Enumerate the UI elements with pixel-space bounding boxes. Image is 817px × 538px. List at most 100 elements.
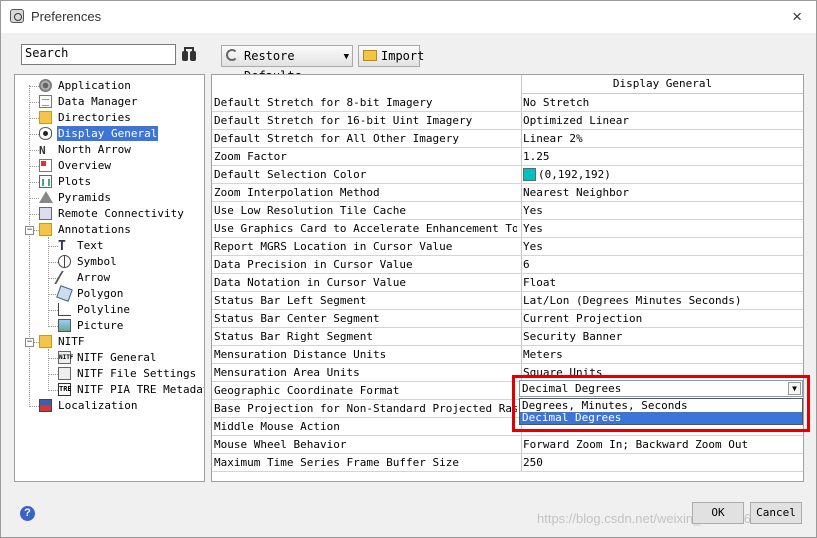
tree-guide-line [29, 406, 39, 407]
table-row[interactable]: Data Notation in Cursor Value Float [212, 274, 803, 292]
tree-item-label: Text [77, 239, 104, 252]
property-name: Base Projection for Non-Standard Project… [214, 402, 517, 415]
table-row[interactable]: Data Precision in Cursor Value 6 [212, 256, 803, 274]
table-row[interactable]: Status Bar Right Segment Security Banner [212, 328, 803, 346]
window-title: Preferences [31, 9, 102, 24]
restore-defaults-button[interactable]: Restore Defaults ▼ [221, 45, 353, 83]
tree-item-label: NITF PIA TRE Metadata [77, 383, 205, 396]
remote-connectivity-icon [39, 207, 52, 220]
tree-guide-line [48, 374, 58, 375]
tree-guide-line [29, 214, 39, 215]
property-value[interactable]: Yes [521, 238, 803, 255]
tree-guide-line [48, 349, 49, 389]
property-value[interactable]: Float [521, 274, 803, 291]
property-value[interactable]: Linear 2% [521, 130, 803, 147]
property-name: Mensuration Distance Units [214, 348, 387, 361]
property-name: Data Notation in Cursor Value [214, 276, 407, 289]
property-value[interactable]: Yes [521, 202, 803, 219]
property-name: Use Low Resolution Tile Cache [214, 204, 407, 217]
tree-item-label: Application [58, 79, 131, 92]
tree-guide-line [48, 237, 49, 325]
property-name: Status Bar Left Segment [214, 294, 367, 307]
property-value[interactable]: Current Projection [521, 310, 803, 327]
table-row[interactable]: Zoom Factor 1.25 [212, 148, 803, 166]
tree-item-label: Symbol [77, 255, 117, 268]
color-value-text: (0,192,192) [538, 168, 611, 181]
tree-item-label: Annotations [58, 223, 131, 236]
property-value[interactable]: (0,192,192) [521, 166, 803, 183]
property-name: Default Stretch for All Other Imagery [214, 132, 460, 145]
property-name: Mensuration Area Units [214, 366, 360, 379]
polyline-icon [58, 303, 71, 316]
table-row[interactable]: Mensuration Distance Units Meters [212, 346, 803, 364]
close-icon[interactable]: × [792, 7, 802, 27]
tree-guide-line [48, 310, 58, 311]
table-row[interactable]: Mouse Wheel Behavior Forward Zoom In; Bac… [212, 436, 803, 454]
property-name: Use Graphics Card to Accelerate Enhancem… [214, 222, 517, 235]
tree-collapse-toggle[interactable]: − [25, 226, 34, 235]
tree-guide-line [29, 134, 39, 135]
property-value[interactable]: Lat/Lon (Degrees Minutes Seconds) [521, 292, 803, 309]
text-tool-icon: T [58, 239, 66, 254]
property-value[interactable]: Security Banner [521, 328, 803, 345]
dropdown-arrow-icon[interactable]: ▼ [344, 47, 349, 67]
table-row[interactable]: Default Selection Color (0,192,192) [212, 166, 803, 184]
table-row[interactable]: Use Graphics Card to Accelerate Enhancem… [212, 220, 803, 238]
tree-guide-line [29, 198, 39, 199]
property-value[interactable]: Yes [521, 220, 803, 237]
app-icon [10, 9, 24, 23]
tree-item-label: Directories [58, 111, 131, 124]
table-row[interactable]: Default Stretch for All Other Imagery Lin… [212, 130, 803, 148]
table-row[interactable]: Status Bar Left Segment Lat/Lon (Degrees … [212, 292, 803, 310]
table-row[interactable]: Zoom Interpolation Method Nearest Neighbo… [212, 184, 803, 202]
property-value[interactable]: 250 [521, 454, 803, 471]
table-row[interactable]: Default Stretch for 16-bit Uint Imagery O… [212, 112, 803, 130]
property-name: Geographic Coordinate Format [214, 384, 400, 397]
tree-item-label: Pyramids [58, 191, 111, 204]
tree-item-label: Polygon [77, 287, 124, 300]
table-row[interactable]: Use Low Resolution Tile Cache Yes [212, 202, 803, 220]
property-value[interactable]: Meters [521, 346, 803, 363]
property-value[interactable]: 1.25 [521, 148, 803, 165]
binoculars-search-icon[interactable] [181, 46, 197, 62]
tree-guide-line [29, 86, 39, 87]
picture-icon [58, 319, 71, 332]
tree-item-label: Arrow [77, 271, 111, 284]
tree-item-label: North Arrow [58, 143, 131, 156]
property-value[interactable]: Forward Zoom In; Backward Zoom Out [521, 436, 803, 453]
table-row[interactable]: Maximum Time Series Frame Buffer Size 250 [212, 454, 803, 472]
property-name: Default Stretch for 8-bit Imagery [214, 96, 433, 109]
property-value[interactable]: Optimized Linear [521, 112, 803, 129]
pyramid-icon [39, 191, 53, 203]
table-header-blank [212, 75, 521, 94]
overview-icon [39, 159, 52, 172]
tree-item-label: Localization [58, 399, 138, 412]
import-label: Import [381, 49, 425, 63]
tree-item-label: NITF General [77, 351, 157, 364]
tree-guide-line [29, 182, 39, 183]
tree-guide-line [29, 166, 39, 167]
table-row[interactable]: Status Bar Center Segment Current Project… [212, 310, 803, 328]
property-value[interactable]: Nearest Neighbor [521, 184, 803, 201]
property-name: Maximum Time Series Frame Buffer Size [214, 456, 460, 469]
property-value[interactable]: No Stretch [521, 94, 803, 111]
cancel-button[interactable]: Cancel [750, 502, 802, 524]
table-row[interactable]: Report MGRS Location in Cursor Value Yes [212, 238, 803, 256]
localization-flag-icon [39, 399, 52, 412]
tree-collapse-toggle[interactable]: − [25, 338, 34, 347]
nitf-icon: NITF [58, 351, 73, 364]
table-row[interactable]: Default Stretch for 8-bit Imagery No Stre… [212, 94, 803, 112]
tree-guide-line [29, 118, 39, 119]
help-icon[interactable]: ? [20, 506, 35, 521]
import-button[interactable]: Import [358, 45, 424, 67]
property-value[interactable]: 6 [521, 256, 803, 273]
property-name: Default Stretch for 16-bit Uint Imagery [214, 114, 473, 127]
folder-icon [39, 335, 52, 348]
directories-icon [39, 111, 52, 124]
search-input[interactable]: Search [21, 44, 176, 65]
property-name: Zoom Interpolation Method [214, 186, 380, 199]
preferences-tree[interactable]: Application Data Manager Directories Displa… [14, 74, 205, 482]
ok-button[interactable]: OK [692, 502, 744, 524]
color-swatch[interactable] [523, 168, 536, 181]
tree-guide-line [29, 102, 39, 103]
